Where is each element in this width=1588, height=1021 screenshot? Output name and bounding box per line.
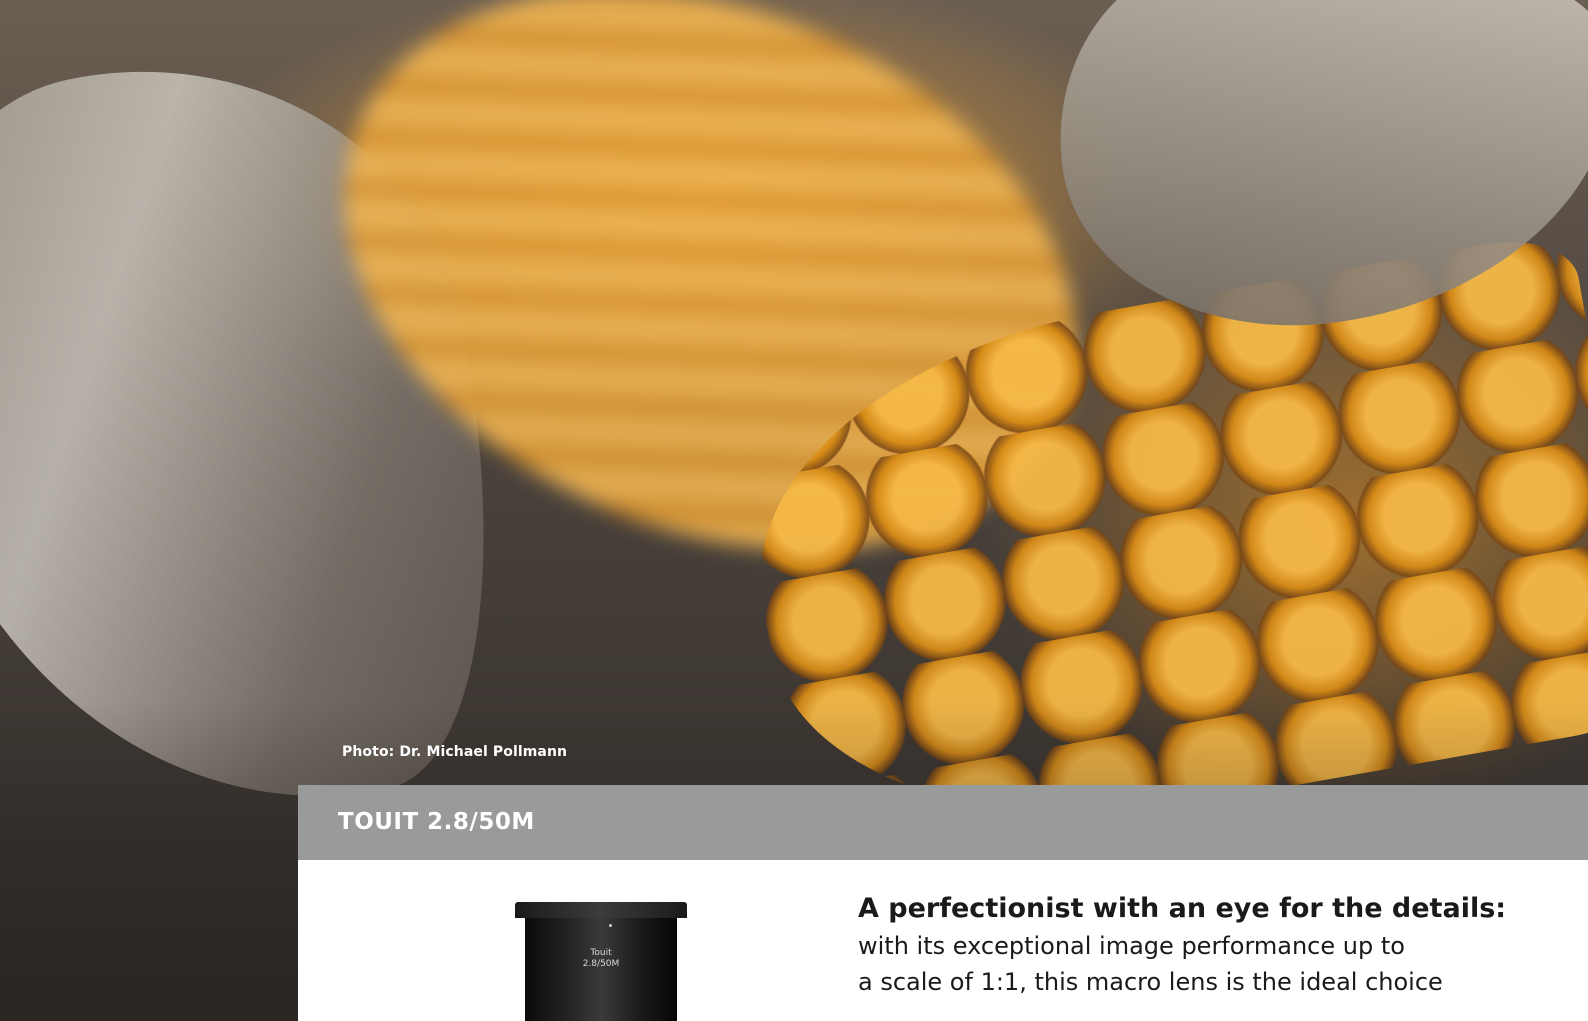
lens-hood [515,902,687,918]
lens-body: Touit 2.8/50M [525,918,677,1021]
product-content-panel: Touit 2.8/50M A perfectionist with an ey… [298,860,1588,1021]
lens-index-dot [609,924,612,927]
product-description: A perfectionist with an eye for the deta… [858,890,1578,1000]
product-title: TOUIT 2.8/50M [338,809,535,835]
product-header-bar: TOUIT 2.8/50M [298,785,1588,860]
description-lead: A perfectionist with an eye for the deta… [858,893,1507,924]
lens-label-line1: Touit [590,948,612,958]
description-line-1: with its exceptional image performance u… [858,932,1405,960]
lens-label-line2: 2.8/50M [582,959,620,969]
description-line-2: a scale of 1:1, this macro lens is the i… [858,968,1443,996]
lens-image: Touit 2.8/50M [515,902,687,1021]
lens-label: Touit 2.8/50M [525,948,677,970]
photo-credit: Photo: Dr. Michael Pollmann [342,744,568,760]
